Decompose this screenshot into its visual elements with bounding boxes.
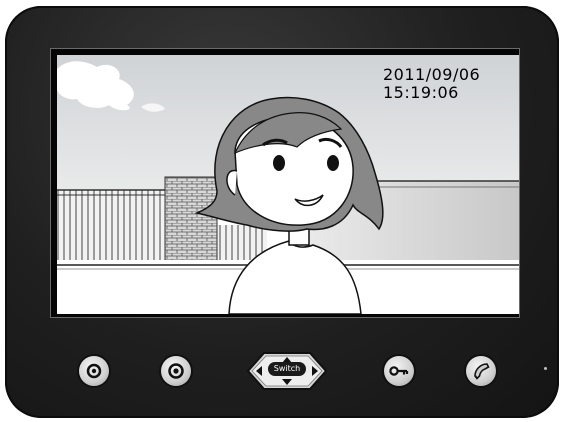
person-eye bbox=[327, 155, 339, 171]
record-icon bbox=[168, 363, 184, 379]
brick-pillar bbox=[164, 176, 218, 270]
record-button[interactable] bbox=[161, 356, 191, 386]
handset-icon bbox=[474, 363, 490, 380]
timestamp-overlay: 2011/09/06 15:19:06 bbox=[383, 66, 480, 102]
talk-button[interactable] bbox=[466, 356, 496, 386]
person-eye bbox=[273, 155, 285, 171]
key-icon bbox=[389, 366, 409, 376]
osd-time: 15:19:06 bbox=[383, 83, 459, 102]
video-screen: 2011/09/06 15:19:06 bbox=[57, 55, 519, 314]
monitor-icon bbox=[86, 363, 102, 379]
unlock-button[interactable] bbox=[384, 356, 414, 386]
switch-button[interactable]: Switch bbox=[268, 362, 306, 376]
monitor-button[interactable] bbox=[79, 356, 109, 386]
fence bbox=[57, 190, 165, 260]
osd-date: 2011/09/06 bbox=[383, 65, 481, 84]
